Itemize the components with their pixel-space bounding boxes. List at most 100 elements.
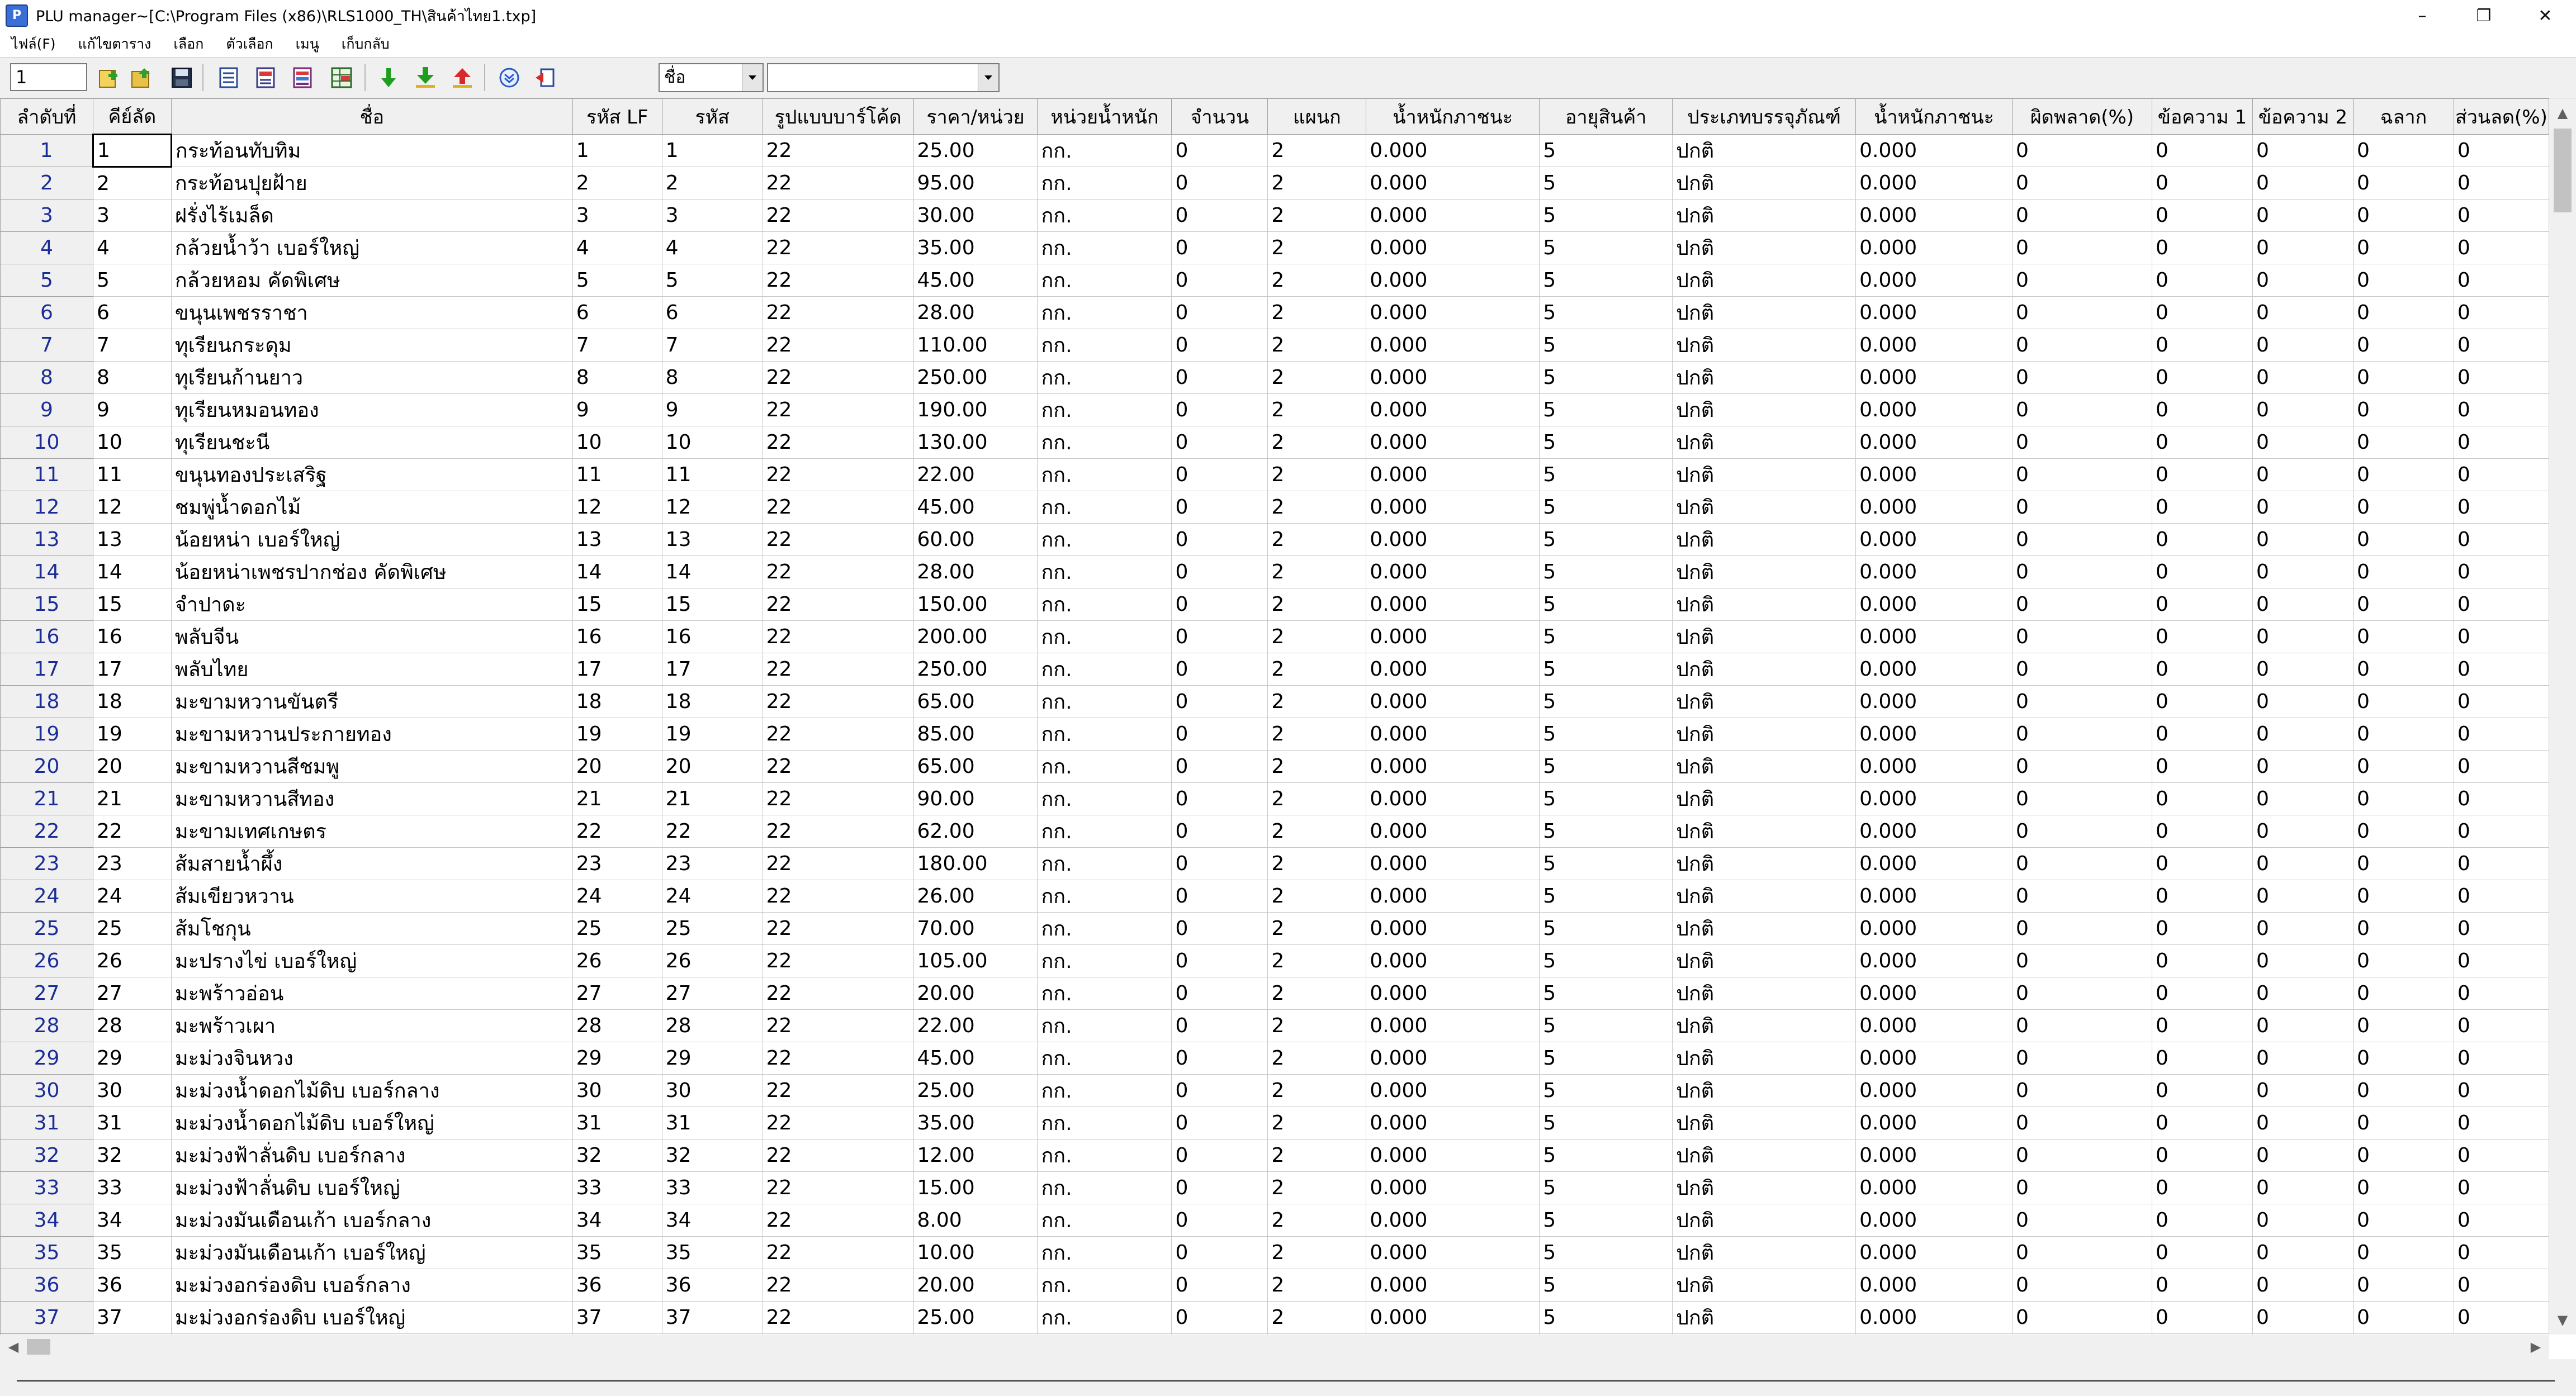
grid-cell[interactable]: 0 [2151,977,2253,1010]
grid-cell[interactable]: 2 [1267,880,1367,913]
grid-cell[interactable]: 0 [2012,1009,2152,1042]
grid-cell[interactable]: 0 [1171,426,1268,459]
grid-cell[interactable]: 25 [661,912,763,945]
grid-cell[interactable]: กก. [1037,912,1172,945]
grid-cell[interactable]: 0.000 [1366,718,1540,751]
grid-cell[interactable]: 0.000 [1366,491,1540,524]
grid-cell[interactable]: 30.00 [913,199,1038,232]
grid-cell[interactable]: กก. [1037,1042,1172,1075]
grid-cell[interactable]: 0 [2151,653,2253,686]
table-row[interactable]: 2 2 กระท้อนปุยฝ้าย 2 2 22 95.00 กก. 0 2 0.000 5 ปกติ… [0,167,2549,200]
grid-cell[interactable]: 0.000 [1855,458,2013,491]
grid-cell[interactable]: 0.000 [1366,1269,1540,1302]
grid-cell[interactable]: 0 [2453,1107,2549,1139]
grid-cell[interactable]: 0 [2151,426,2253,459]
edit-record-button[interactable] [252,64,280,91]
table-row[interactable]: 15 15 จำปาดะ 15 15 22 150.00 กก. 0 2 0.000 5 ปกติ 0.0… [0,588,2549,621]
grid-cell[interactable]: 0 [1171,1042,1268,1075]
grid-cell[interactable]: 0 [2151,1107,2253,1139]
grid-cell[interactable]: ปกติ [1672,653,1857,686]
table-row[interactable]: 20 20 มะขามหวานสีชมพู 20 20 22 65.00 กก. 0 2 0.000… [0,750,2549,783]
chevron-down-icon[interactable] [978,64,998,91]
grid-cell[interactable]: 0 [1171,944,1268,977]
grid-cell[interactable]: 0 [2151,685,2253,718]
grid-cell[interactable]: 90.00 [913,782,1038,815]
column-header[interactable]: รหัส [661,98,763,135]
grid-cell[interactable]: 5 [1539,264,1673,297]
grid-cell[interactable]: 250.00 [913,361,1038,394]
grid-cell[interactable]: 0 [2151,944,2253,977]
grid-cell[interactable]: 0 [2012,1236,2152,1269]
grid-cell[interactable]: ปกติ [1672,1301,1857,1334]
grid-cell[interactable]: กระท้อนปุยฝ้าย [171,167,573,200]
grid-cell[interactable]: 0.000 [1855,134,2013,167]
menu-edit-table[interactable]: แก้ไขตาราง [67,33,162,55]
grid-cell[interactable]: มะม่วงอกร่องดิบ เบอร์ใหญ่ [171,1301,573,1334]
grid-cell[interactable]: กก. [1037,620,1172,653]
grid-cell[interactable]: 22 [762,944,914,977]
grid-cell[interactable]: 0 [2453,1171,2549,1204]
grid-cell[interactable]: 0 [2012,458,2152,491]
grid-cell[interactable]: 5 [1539,231,1673,264]
grid-cell[interactable]: 17 [661,653,763,686]
column-header[interactable]: น้ำหนักภาชนะ [1366,98,1540,135]
grid-cell[interactable]: ขนุนเพชรราชา [171,296,573,329]
grid-cell[interactable]: 0 [2012,588,2152,621]
table-row[interactable]: 6 6 ขนุนเพชรราชา 6 6 22 28.00 กก. 0 2 0.000 5 ปกติ 0.… [0,296,2549,329]
import-button[interactable] [95,64,123,91]
grid-cell[interactable]: 0 [2151,718,2253,751]
grid-cell[interactable]: 0.000 [1855,977,2013,1010]
grid-cell[interactable]: 0 [2453,199,2549,232]
grid-cell[interactable]: 2 [1267,944,1367,977]
grid-cell[interactable]: 7 [572,329,662,362]
grid-cell[interactable]: 18 [572,685,662,718]
grid-cell[interactable]: 0.000 [1855,393,2013,426]
grid-cell[interactable]: 12 [572,491,662,524]
grid-cell[interactable]: 5 [1539,1171,1673,1204]
grid-cell[interactable]: 0.000 [1366,1236,1540,1269]
grid-cell[interactable]: 0 [2012,1301,2152,1334]
row-number[interactable]: 2 [0,167,93,200]
menu-select[interactable]: เลือก [162,33,215,55]
grid-cell[interactable]: 0 [2151,231,2253,264]
grid-cell[interactable]: 2 [1267,718,1367,751]
grid-cell[interactable]: 0.000 [1366,555,1540,588]
grid-cell[interactable]: 0 [2151,1074,2253,1107]
grid-cell[interactable]: 0 [2252,944,2354,977]
grid-cell[interactable]: มะม่วงมันเดือนเก้า เบอร์ใหญ่ [171,1236,573,1269]
grid-cell[interactable]: 0 [2352,426,2454,459]
grid-cell[interactable]: 36 [92,1269,172,1302]
grid-cell[interactable]: 0 [2453,1204,2549,1237]
grid-cell[interactable]: 15 [661,588,763,621]
grid-cell[interactable]: 20 [92,750,172,783]
row-number[interactable]: 28 [0,1009,93,1042]
grid-cell[interactable]: 25.00 [913,1074,1038,1107]
grid-cell[interactable]: 22 [572,815,662,848]
grid-cell[interactable]: 0 [2252,1009,2354,1042]
grid-cell[interactable]: 0 [2453,880,2549,913]
grid-cell[interactable]: 18 [92,685,172,718]
grid-cell[interactable]: 32 [92,1139,172,1172]
grid-cell[interactable]: ปกติ [1672,296,1857,329]
grid-cell[interactable]: 0.000 [1855,199,2013,232]
grid-cell[interactable]: 22 [762,685,914,718]
grid-cell[interactable]: 0 [2453,912,2549,945]
grid-cell[interactable]: 22 [762,1009,914,1042]
grid-cell[interactable]: 26 [92,944,172,977]
grid-cell[interactable]: 0 [2012,1269,2152,1302]
column-header[interactable]: ผิดพลาด(%) [2012,98,2152,135]
column-header[interactable]: อายุสินค้า [1539,98,1673,135]
grid-cell[interactable]: 0 [2151,1204,2253,1237]
grid-cell[interactable]: 60.00 [913,523,1038,556]
row-number[interactable]: 29 [0,1042,93,1075]
grid-cell[interactable]: 45.00 [913,264,1038,297]
grid-cell[interactable]: 0 [2352,1074,2454,1107]
grid-cell[interactable]: 6 [92,296,172,329]
grid-cell[interactable]: 22 [762,491,914,524]
grid-cell[interactable]: 0 [2012,329,2152,362]
grid-cell[interactable]: 0 [2252,685,2354,718]
close-button[interactable]: ✕ [2515,0,2576,31]
grid-cell[interactable]: ปกติ [1672,1269,1857,1302]
grid-cell[interactable]: 22 [762,1236,914,1269]
grid-cell[interactable]: 0.000 [1366,653,1540,686]
